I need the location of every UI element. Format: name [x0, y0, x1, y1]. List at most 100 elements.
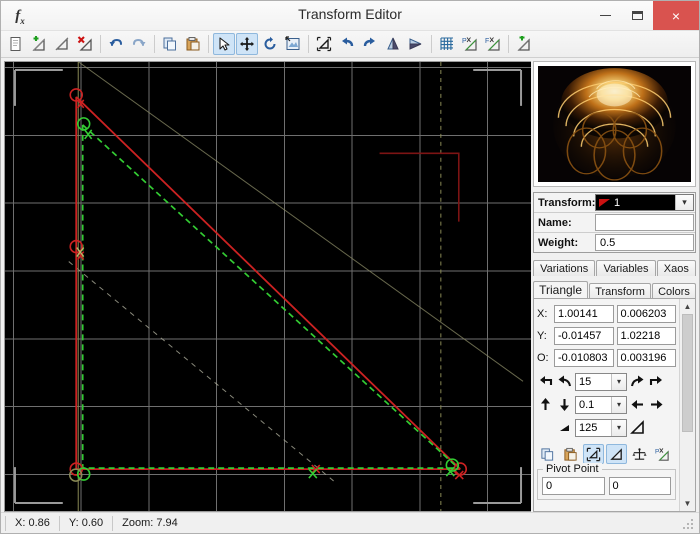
coord-y-b-input[interactable]: 1.02218 [616, 326, 676, 345]
right-panel: Transform: 1 ▾ Name: Weight: 0.5 Variati… [531, 58, 699, 512]
transform-canvas[interactable] [5, 62, 531, 511]
add-transform-icon[interactable] [28, 33, 50, 55]
rotate-amount-spinner[interactable]: 15 ▾ [575, 372, 627, 391]
transform-color-swatch [599, 198, 610, 207]
scroll-down-icon[interactable]: ▼ [680, 496, 695, 511]
new-transform-icon[interactable] [5, 33, 27, 55]
coord-o-b-input[interactable]: 0.003196 [616, 348, 676, 367]
toolbar-separator [100, 35, 101, 53]
move-right-icon[interactable] [648, 397, 665, 412]
coord-o-a-input[interactable]: -0.010803 [554, 348, 614, 367]
reset-triangle-icon[interactable] [583, 444, 604, 464]
transform-select[interactable]: 1 ▾ [595, 194, 694, 211]
toolbar-separator [208, 35, 209, 53]
duplicate-transform-icon[interactable] [51, 33, 73, 55]
rotate-left-90-icon[interactable] [537, 374, 554, 389]
svg-text:P: P [655, 448, 660, 455]
canvas-container[interactable] [4, 61, 531, 512]
tab-transform[interactable]: Transform [589, 283, 652, 299]
chevron-down-icon[interactable]: ▾ [611, 419, 626, 436]
tab-triangle[interactable]: Triangle [533, 281, 589, 299]
status-bar: X: 0.86 Y: 0.60 Zoom: 7.94 [1, 512, 699, 533]
tabs-top-row: Variations Variables Xaos [533, 258, 696, 276]
chevron-down-icon[interactable]: ▾ [675, 195, 693, 210]
rotate-right-icon[interactable] [629, 374, 646, 389]
flip-horizontal-icon[interactable] [382, 33, 404, 55]
minimize-button[interactable] [589, 1, 621, 30]
move-up-icon[interactable] [537, 397, 554, 412]
main-toolbar: P F [1, 31, 699, 58]
redo-icon[interactable] [128, 33, 150, 55]
balance-icon[interactable] [629, 444, 650, 464]
post-transform-icon[interactable]: P [459, 33, 481, 55]
chevron-down-icon[interactable]: ▾ [611, 373, 626, 390]
pivot-x-input[interactable]: 0 [542, 477, 605, 495]
coord-x-b-input[interactable]: 0.006203 [616, 304, 676, 323]
chevron-down-icon[interactable]: ▾ [611, 396, 626, 413]
resize-grip[interactable] [683, 519, 695, 531]
scrollbar-track[interactable] [680, 314, 695, 496]
coord-y-label: Y: [537, 329, 547, 342]
canvas-graphics [5, 62, 531, 511]
select-tool-icon[interactable] [213, 33, 235, 55]
rotate-right-90-icon[interactable] [648, 374, 665, 389]
tab-xaos[interactable]: Xaos [656, 260, 696, 276]
reset-triangle-icon[interactable] [313, 33, 335, 55]
coord-x-a-input[interactable]: 1.00141 [554, 304, 614, 323]
scroll-up-icon[interactable]: ▲ [680, 299, 695, 314]
close-button[interactable]: × [653, 1, 699, 30]
tab-colors[interactable]: Colors [652, 283, 696, 299]
triangle-panel-content: X: 1.00141 0.006203 Y: -0.01457 1.02218 … [534, 299, 679, 511]
pivot-point-title: Pivot Point [543, 463, 602, 475]
final-transform-icon[interactable]: F [482, 33, 504, 55]
coord-y-a-input[interactable]: -0.01457 [554, 326, 614, 345]
weight-row: Weight: 0.5 [534, 233, 695, 252]
scale-up-icon[interactable] [629, 420, 646, 435]
copy-triangle-icon[interactable] [537, 444, 558, 464]
move-tool-icon[interactable] [236, 33, 258, 55]
svg-text:F: F [485, 38, 489, 45]
move-left-icon[interactable] [629, 397, 646, 412]
toggle-grid-icon[interactable] [436, 33, 458, 55]
show-triangle-icon[interactable] [606, 444, 627, 464]
status-zoom: Zoom: 7.94 [122, 516, 178, 529]
paste-icon[interactable] [182, 33, 204, 55]
maximize-button[interactable] [621, 1, 653, 30]
status-x: X: 0.86 [5, 515, 60, 531]
move-down-icon[interactable] [556, 397, 573, 412]
undo-icon[interactable] [105, 33, 127, 55]
post-transform-icon[interactable]: P [652, 444, 673, 464]
transform-select-face[interactable]: 1 [596, 195, 675, 210]
add-final-transform-icon[interactable] [513, 33, 535, 55]
move-amount-spinner[interactable]: 0.1 ▾ [575, 395, 627, 414]
scale-down-icon[interactable] [556, 420, 573, 435]
tabs-bottom-row: Triangle Transform Colors [533, 281, 696, 299]
name-row: Name: [534, 213, 695, 233]
scrollbar-thumb[interactable] [682, 314, 693, 432]
toolbar-separator [431, 35, 432, 53]
weight-input[interactable]: 0.5 [595, 234, 694, 251]
coord-o-label: O: [537, 351, 549, 364]
status-y: Y: 0.60 [60, 515, 114, 531]
triangle-panel-scrollbar[interactable]: ▲ ▼ [679, 299, 695, 511]
name-input[interactable] [595, 214, 694, 231]
rotate-right-icon[interactable] [359, 33, 381, 55]
flame-preview [538, 66, 691, 182]
scale-tool-icon[interactable] [282, 33, 304, 55]
transform-select-value: 1 [614, 196, 621, 209]
transform-row: Transform: 1 ▾ [534, 193, 695, 213]
triangle-action-buttons: P [537, 443, 676, 465]
flip-vertical-icon[interactable] [405, 33, 427, 55]
rotate-amount-value: 15 [579, 375, 592, 388]
pivot-y-input[interactable]: 0 [608, 477, 671, 495]
pivot-inputs-row: 0 0 [542, 477, 671, 495]
rotate-left-icon[interactable] [336, 33, 358, 55]
copy-icon[interactable] [159, 33, 181, 55]
rotate-tool-icon[interactable] [259, 33, 281, 55]
scale-amount-spinner[interactable]: 125 ▾ [575, 418, 627, 437]
tab-variables[interactable]: Variables [596, 260, 656, 276]
paste-triangle-icon[interactable] [560, 444, 581, 464]
rotate-left-icon[interactable] [556, 374, 573, 389]
delete-transform-icon[interactable] [74, 33, 96, 55]
tab-variations[interactable]: Variations [533, 260, 596, 276]
